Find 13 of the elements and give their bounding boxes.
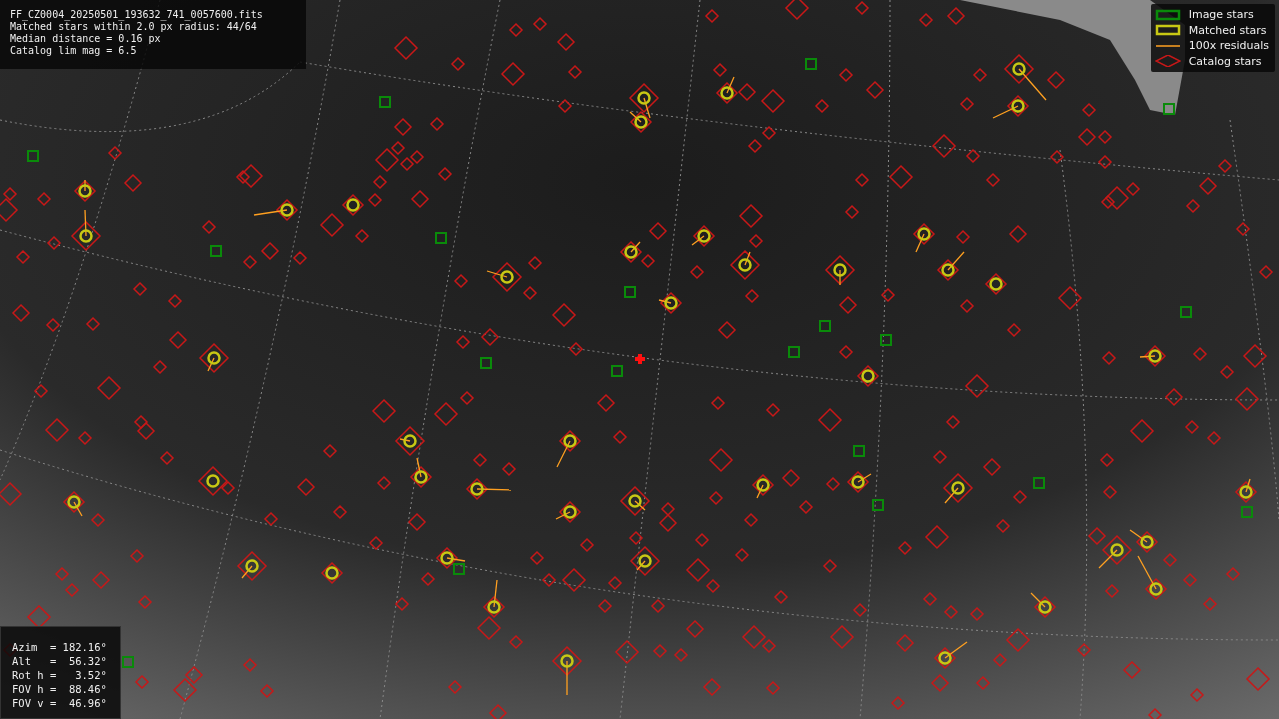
info-text: FOV h = 88.46° [12,682,107,696]
info-text: Matched stars within 2.0 px radius: 44/64 [10,21,257,33]
info-text: FOV v = 46.96° [12,696,107,710]
info-text: Azim = 182.16° [12,640,107,654]
info-text: Median distance = 0.16 px [10,33,161,45]
info-text: Catalog lim mag = 6.5 [10,45,137,57]
legend-label: Image stars [1188,8,1254,22]
info-text: Alt = 56.32° [12,654,107,668]
info-text: FF_CZ0004_20250501_193632_741_0057600.fits [10,9,263,21]
legend-label: 100x residuals [1188,39,1269,53]
info-text: Rot h = 3.52° [12,668,107,682]
legend-label: Matched stars [1188,23,1267,37]
legend-label: Catalog stars [1188,54,1262,68]
